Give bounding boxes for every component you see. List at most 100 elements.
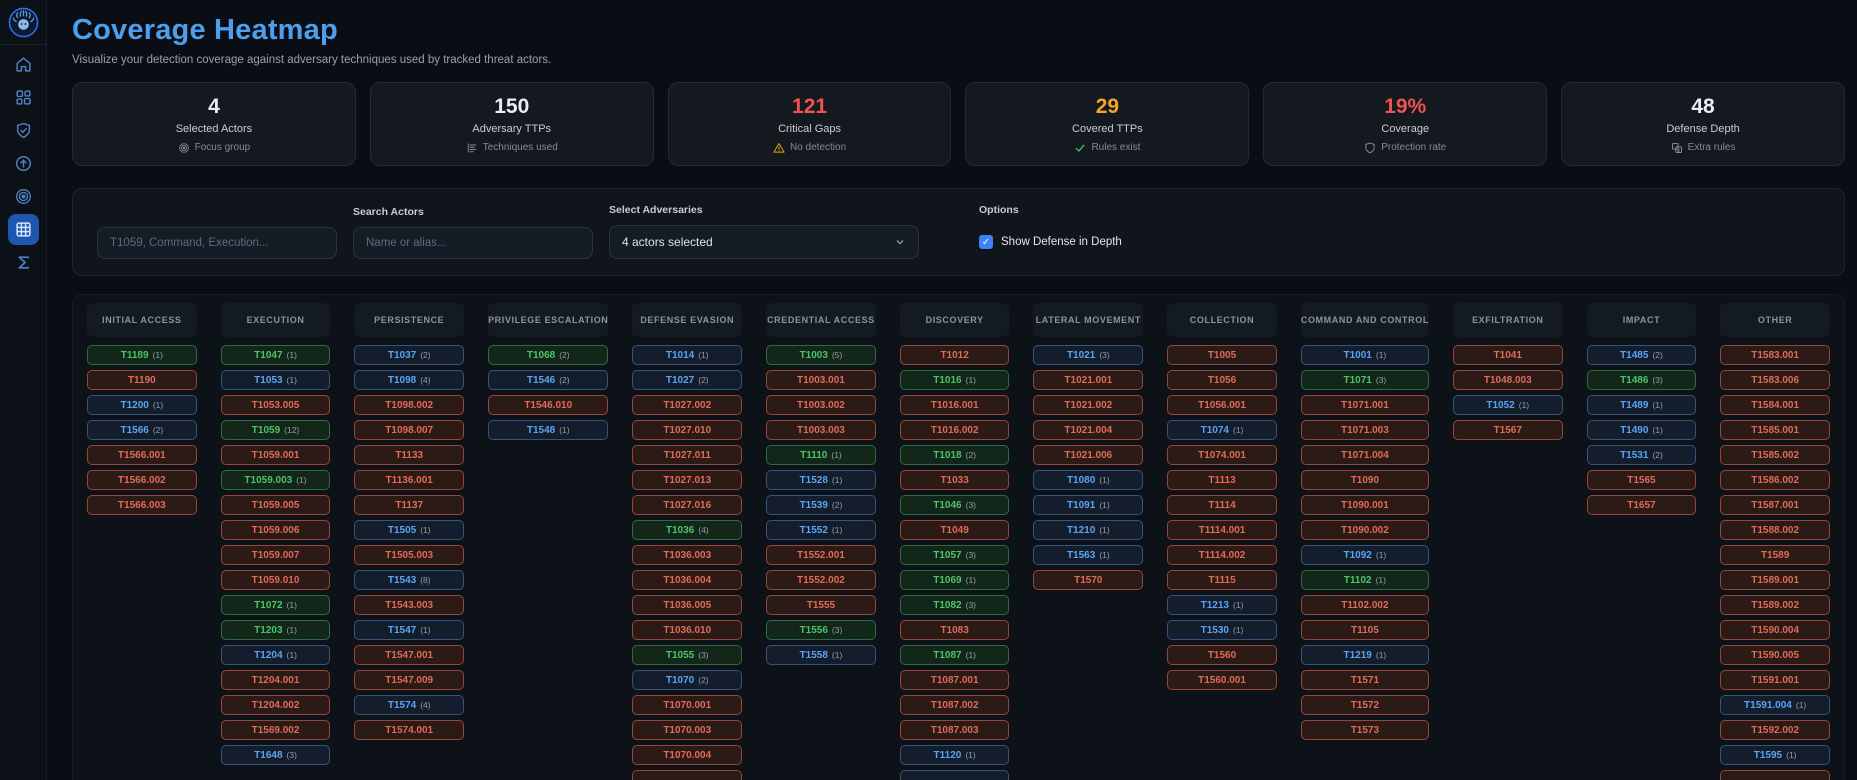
technique-cell[interactable]: T1569.002: [220, 720, 331, 740]
technique-cell[interactable]: T1005: [1167, 345, 1277, 365]
technique-cell[interactable]: T1490 (1): [1586, 420, 1697, 440]
technique-cell[interactable]: T1591.004 (1): [1720, 695, 1830, 715]
technique-cell[interactable]: T1090: [1300, 470, 1429, 490]
technique-cell[interactable]: T1021.001: [1033, 370, 1144, 390]
technique-cell[interactable]: T1027 (2): [632, 370, 743, 390]
technique-cell[interactable]: T1072 (1): [220, 595, 331, 615]
technique-cell[interactable]: T1105: [1300, 620, 1429, 640]
technique-cell[interactable]: T1071.004: [1300, 445, 1429, 465]
technique-cell[interactable]: T1489 (1): [1586, 395, 1697, 415]
technique-cell[interactable]: T1589.001: [1720, 570, 1830, 590]
technique-cell[interactable]: T1059 (12): [220, 420, 331, 440]
technique-cell[interactable]: T1584.001: [1720, 395, 1830, 415]
technique-cell[interactable]: T1056: [1167, 370, 1277, 390]
defense-depth-checkbox[interactable]: ✓: [979, 235, 993, 249]
technique-cell[interactable]: T1566.001: [87, 445, 197, 465]
technique-cell[interactable]: T1021.002: [1033, 395, 1144, 415]
technique-cell[interactable]: T1070.001: [632, 695, 743, 715]
technique-cell[interactable]: T1204.001: [220, 670, 331, 690]
technique-cell[interactable]: T1016 (1): [899, 370, 1010, 390]
technique-cell[interactable]: T1091 (1): [1033, 495, 1144, 515]
technique-cell[interactable]: T1083: [899, 620, 1010, 640]
technique-cell[interactable]: T1587.001: [1720, 495, 1830, 515]
technique-cell[interactable]: T1048.003: [1452, 370, 1563, 390]
technique-cell[interactable]: T1070.003: [632, 720, 743, 740]
technique-cell[interactable]: T1102.002: [1300, 595, 1429, 615]
technique-cell[interactable]: T1012: [899, 345, 1010, 365]
technique-cell[interactable]: [632, 770, 743, 780]
technique-cell[interactable]: T1560.001: [1167, 670, 1277, 690]
technique-cell[interactable]: T1068 (2): [488, 345, 609, 365]
technique-cell[interactable]: T1047 (1): [220, 345, 331, 365]
technique-cell[interactable]: T1571: [1300, 670, 1429, 690]
technique-cell[interactable]: T1021.004: [1033, 420, 1144, 440]
technique-cell[interactable]: T1189 (1): [87, 345, 197, 365]
technique-cell[interactable]: T1027.016: [632, 495, 743, 515]
adversaries-select[interactable]: 4 actors selected: [609, 225, 919, 259]
technique-cell[interactable]: T1071.001: [1300, 395, 1429, 415]
technique-cell[interactable]: T1113: [1167, 470, 1277, 490]
technique-cell[interactable]: T1589: [1720, 545, 1830, 565]
technique-cell[interactable]: T1219 (1): [1300, 645, 1429, 665]
technique-cell[interactable]: T1136.001: [354, 470, 465, 490]
technique-cell[interactable]: T1546.010: [488, 395, 609, 415]
technique-cell[interactable]: T1036 (4): [632, 520, 743, 540]
technique-cell[interactable]: T1567: [1452, 420, 1563, 440]
technique-cell[interactable]: T1574 (4): [354, 695, 465, 715]
technique-cell[interactable]: T1566.002: [87, 470, 197, 490]
technique-cell[interactable]: T1014 (1): [632, 345, 743, 365]
technique-cell[interactable]: T1486 (3): [1586, 370, 1697, 390]
technique-cell[interactable]: T1102 (1): [1300, 570, 1429, 590]
technique-cell[interactable]: T1585.001: [1720, 420, 1830, 440]
technique-cell[interactable]: T1190: [87, 370, 197, 390]
technique-cell[interactable]: T1098.007: [354, 420, 465, 440]
technique-cell[interactable]: T1057 (3): [899, 545, 1010, 565]
technique-cell[interactable]: T1059.005: [220, 495, 331, 515]
technique-cell[interactable]: T1583.001: [1720, 345, 1830, 365]
technique-cell[interactable]: T1595 (1): [1720, 745, 1830, 765]
technique-cell[interactable]: T1087 (1): [899, 645, 1010, 665]
technique-cell[interactable]: T1070.004: [632, 745, 743, 765]
technique-cell[interactable]: T1098.002: [354, 395, 465, 415]
technique-cell[interactable]: T1016.002: [899, 420, 1010, 440]
technique-cell[interactable]: T1586.002: [1720, 470, 1830, 490]
technique-cell[interactable]: T1558 (1): [766, 645, 876, 665]
technique-cell[interactable]: T1016.001: [899, 395, 1010, 415]
technique-cell[interactable]: T1059.007: [220, 545, 331, 565]
technique-cell[interactable]: T1200 (1): [87, 395, 197, 415]
sidebar-item-heatmap-grid[interactable]: [7, 214, 39, 245]
technique-cell[interactable]: T1021 (3): [1033, 345, 1144, 365]
technique-cell[interactable]: T1556 (3): [766, 620, 876, 640]
technique-cell[interactable]: T1137: [354, 495, 465, 515]
technique-cell[interactable]: T1027.011: [632, 445, 743, 465]
technique-cell[interactable]: T1036.004: [632, 570, 743, 590]
technique-cell[interactable]: T1570: [1033, 570, 1144, 590]
technique-cell[interactable]: T1003.003: [766, 420, 876, 440]
technique-cell[interactable]: T1590.004: [1720, 620, 1830, 640]
technique-cell[interactable]: T1528 (1): [766, 470, 876, 490]
technique-cell[interactable]: T1213 (1): [1167, 595, 1277, 615]
technique-cell[interactable]: T1543.003: [354, 595, 465, 615]
technique-cell[interactable]: T1082 (3): [899, 595, 1010, 615]
technique-cell[interactable]: T1552.001: [766, 545, 876, 565]
technique-cell[interactable]: T1573: [1300, 720, 1429, 740]
technique-cell[interactable]: T1003.002: [766, 395, 876, 415]
sidebar-item-target[interactable]: [8, 181, 39, 212]
technique-cell[interactable]: T1590.005: [1720, 645, 1830, 665]
technique-cell[interactable]: T1059.010: [220, 570, 331, 590]
technique-cell[interactable]: T1560: [1167, 645, 1277, 665]
technique-cell[interactable]: T1070 (2): [632, 670, 743, 690]
technique-cell[interactable]: T1074 (1): [1167, 420, 1277, 440]
technique-cell[interactable]: T1583.006: [1720, 370, 1830, 390]
technique-cell[interactable]: T1041: [1452, 345, 1563, 365]
technique-cell[interactable]: T1204.002: [220, 695, 331, 715]
technique-cell[interactable]: T1110 (1): [766, 445, 876, 465]
technique-cell[interactable]: T1046 (3): [899, 495, 1010, 515]
technique-cell[interactable]: T1033: [899, 470, 1010, 490]
technique-cell[interactable]: T1059.003 (1): [220, 470, 331, 490]
technique-cell[interactable]: T1036.005: [632, 595, 743, 615]
technique-cell[interactable]: [899, 770, 1010, 780]
technique-cell[interactable]: T1027.013: [632, 470, 743, 490]
technique-cell[interactable]: T1563 (1): [1033, 545, 1144, 565]
technique-cell[interactable]: T1546 (2): [488, 370, 609, 390]
